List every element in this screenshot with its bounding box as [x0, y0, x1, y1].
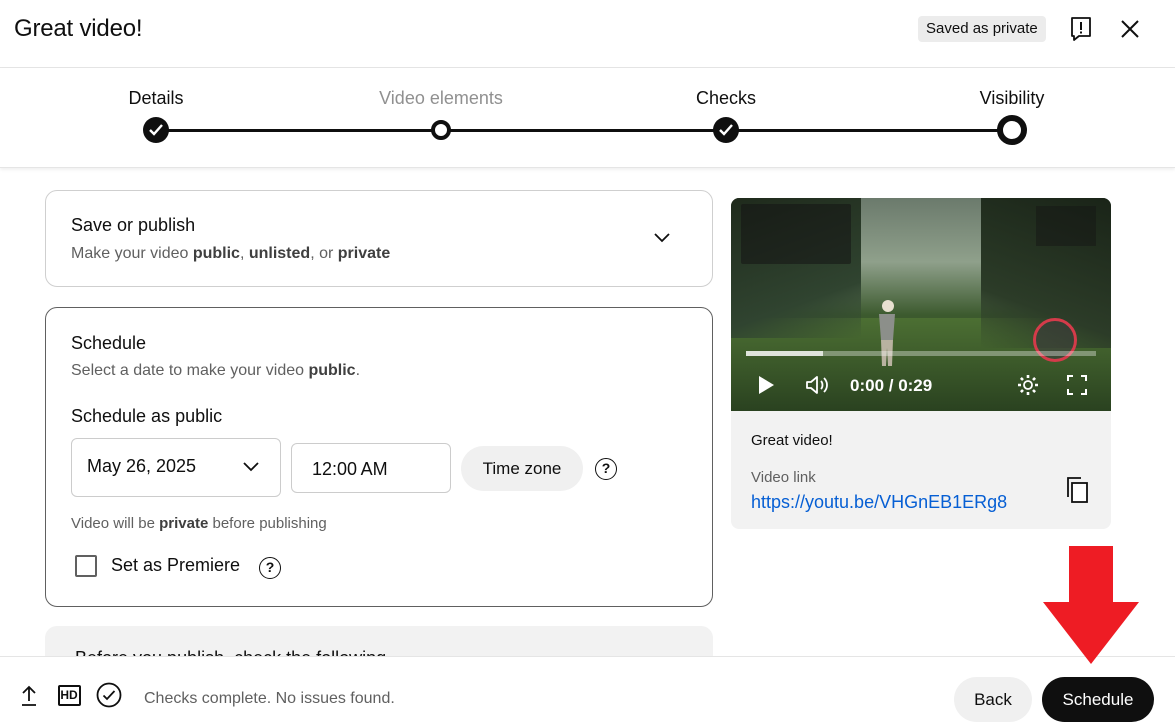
volume-icon[interactable]	[803, 373, 831, 397]
hd-label: HD	[57, 684, 81, 706]
video-link[interactable]: https://youtu.be/VHGnEB1ERg8	[751, 492, 1007, 513]
before-you-publish-card: Before you publish, check the following	[45, 626, 713, 656]
settings-gear-icon[interactable]	[1015, 373, 1041, 397]
video-link-label: Video link	[751, 469, 816, 486]
private-before-publishing-note: Video will be private before publishing	[71, 515, 327, 532]
step-label-video-elements[interactable]: Video elements	[379, 88, 503, 109]
video-time-display: 0:00 / 0:29	[850, 376, 933, 395]
golfer-figure	[879, 300, 895, 366]
step-label-visibility[interactable]: Visibility	[980, 88, 1045, 109]
chevron-down-icon	[242, 460, 260, 478]
fullscreen-icon[interactable]	[1065, 373, 1089, 397]
schedule-as-public-label: Schedule as public	[71, 406, 223, 426]
save-or-publish-card[interactable]: Save or publish Make your video public, …	[45, 190, 713, 287]
checks-status-text: Checks complete. No issues found.	[144, 690, 395, 707]
schedule-subtitle: Select a date to make your video public.	[71, 362, 361, 379]
visibility-content[interactable]: Save or publish Make your video public, …	[0, 168, 1175, 656]
red-arrow-annotation-icon	[1043, 546, 1139, 664]
upload-icon	[18, 684, 40, 708]
chevron-down-icon[interactable]	[653, 231, 671, 249]
schedule-button[interactable]: Schedule	[1042, 677, 1154, 722]
upload-stepper: Details Video elements Checks Visibility	[0, 68, 1175, 168]
schedule-title: Schedule	[71, 333, 147, 353]
time-value: 12:00 AM	[312, 459, 388, 479]
checks-complete-icon	[96, 682, 122, 708]
back-button[interactable]: Back	[954, 677, 1032, 722]
video-progress-fill	[746, 351, 823, 356]
step-checks-check-icon[interactable]	[713, 117, 739, 143]
game-scoreboard-overlay	[741, 204, 851, 264]
dialog-header: Great video! Saved as private	[0, 0, 1175, 68]
play-icon[interactable]	[755, 373, 777, 397]
step-label-checks[interactable]: Checks	[696, 88, 756, 109]
help-icon[interactable]: ?	[259, 557, 281, 579]
close-icon[interactable]	[1115, 14, 1145, 44]
copy-icon[interactable]	[1065, 476, 1089, 504]
schedule-card: Schedule Select a date to make your vide…	[45, 307, 713, 607]
premiere-checkbox[interactable]	[75, 555, 97, 577]
save-or-publish-subtitle: Make your video public, unlisted, or pri…	[71, 245, 391, 262]
date-picker[interactable]: May 26, 2025	[71, 438, 281, 497]
dialog-footer: HD Checks complete. No issues found. Bac…	[0, 656, 1175, 727]
preview-video-title: Great video!	[751, 432, 833, 449]
video-progress-bar[interactable]	[746, 351, 1096, 356]
dialog-title: Great video!	[14, 15, 143, 42]
step-details-check-icon[interactable]	[143, 117, 169, 143]
step-visibility-node[interactable]	[997, 115, 1027, 145]
premiere-label[interactable]: Set as Premiere	[111, 555, 240, 576]
before-you-publish-title: Before you publish, check the following	[75, 648, 386, 656]
time-zone-button[interactable]: Time zone	[461, 446, 583, 491]
saved-status-badge: Saved as private	[918, 16, 1046, 42]
hd-icon: HD	[57, 684, 81, 706]
video-player[interactable]: 0:00 / 0:29	[731, 198, 1111, 411]
help-icon[interactable]: ?	[595, 458, 617, 480]
time-input[interactable]: 12:00 AM	[291, 443, 451, 493]
feedback-icon[interactable]	[1066, 14, 1096, 44]
date-value: May 26, 2025	[87, 456, 197, 476]
step-label-details[interactable]: Details	[128, 88, 183, 109]
save-or-publish-title: Save or publish	[71, 215, 196, 235]
game-hud-overlay	[1036, 206, 1096, 246]
video-preview-card: 0:00 / 0:29 Great video! Video link http…	[731, 198, 1111, 529]
step-video-elements-node[interactable]	[431, 120, 451, 140]
stepper-track	[156, 129, 1012, 132]
